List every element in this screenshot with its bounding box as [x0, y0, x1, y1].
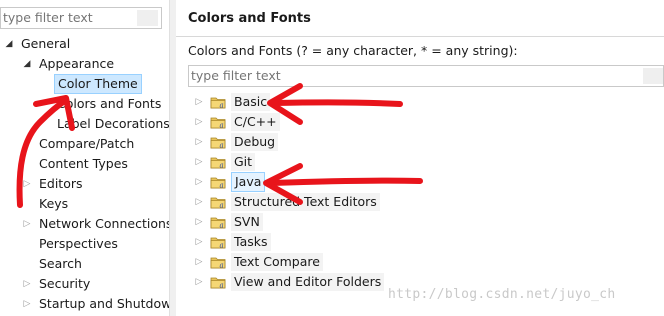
tree-item-label: Editors — [39, 176, 83, 191]
tree-item-label: Color Theme — [54, 74, 142, 94]
right-filter-input[interactable] — [189, 66, 631, 85]
tree-item[interactable]: ▷ Editors — [0, 174, 169, 194]
category-item[interactable]: ▷ a Tasks — [194, 232, 654, 252]
expand-triangle-icon[interactable]: ▷ — [194, 152, 204, 172]
tree-item-label: General — [21, 36, 71, 51]
folder-font-icon: a — [210, 277, 226, 290]
left-filter-clear-icon[interactable] — [137, 10, 158, 26]
category-label: Text Compare — [231, 253, 323, 271]
tree-item-label: Colors and Fonts — [57, 96, 162, 111]
tree-item[interactable]: ▷ Network Connections — [0, 214, 173, 234]
category-label: Java — [231, 172, 266, 192]
tree-item-label: Security — [39, 276, 91, 291]
right-filter-clear-icon[interactable] — [643, 68, 663, 84]
category-item[interactable]: ▷ a Text Compare — [194, 252, 654, 272]
svg-text:a: a — [220, 282, 224, 290]
collapse-triangle-icon[interactable]: ◢ — [4, 34, 14, 54]
tree-item[interactable]: Search — [0, 254, 169, 274]
category-item[interactable]: ▷ a Debug — [194, 132, 654, 152]
category-label: Debug — [231, 133, 279, 151]
folder-font-icon: a — [210, 177, 226, 190]
expand-triangle-icon[interactable]: ▷ — [22, 214, 32, 234]
category-label: Structured Text Editors — [231, 193, 380, 211]
panel-splitter[interactable] — [169, 0, 176, 316]
folder-font-icon: a — [210, 157, 226, 170]
right-filter-field[interactable] — [188, 65, 664, 87]
tree-item[interactable]: Label Decorations — [0, 114, 170, 134]
category-item[interactable]: ▷ a Structured Text Editors — [194, 192, 654, 212]
svg-text:a: a — [220, 102, 224, 110]
expand-triangle-icon[interactable]: ▷ — [22, 174, 32, 194]
folder-font-icon: a — [210, 217, 226, 230]
tree-item[interactable]: Keys — [0, 194, 169, 214]
expand-triangle-icon[interactable]: ▷ — [22, 274, 32, 294]
folder-font-icon: a — [210, 97, 226, 110]
tree-item-label: Label Decorations — [57, 116, 170, 131]
category-item[interactable]: ▷ a Git — [194, 152, 654, 172]
tree-item[interactable]: ◢ General — [0, 34, 169, 54]
folder-font-icon: a — [210, 197, 226, 210]
tree-item[interactable]: Perspectives — [0, 234, 169, 254]
folder-font-icon: a — [210, 237, 226, 250]
expand-triangle-icon[interactable]: ▷ — [194, 132, 204, 152]
page-description: Colors and Fonts (? = any character, * =… — [188, 43, 518, 58]
expand-triangle-icon[interactable]: ▷ — [194, 232, 204, 252]
tree-item-label: Network Connections — [39, 216, 173, 231]
tree-item[interactable]: Compare/Patch — [0, 134, 169, 154]
expand-triangle-icon[interactable]: ▷ — [194, 172, 204, 192]
svg-text:a: a — [220, 262, 224, 270]
category-label: SVN — [231, 213, 263, 231]
expand-triangle-icon[interactable]: ▷ — [194, 252, 204, 272]
svg-text:a: a — [220, 142, 224, 150]
svg-text:a: a — [220, 242, 224, 250]
expand-triangle-icon[interactable]: ▷ — [22, 294, 32, 314]
category-item[interactable]: ▷ a SVN — [194, 212, 654, 232]
category-label: Git — [231, 153, 256, 171]
svg-text:a: a — [220, 182, 224, 190]
expand-triangle-icon[interactable]: ▷ — [194, 272, 204, 292]
left-filter-field[interactable] — [0, 7, 162, 29]
svg-text:a: a — [220, 222, 224, 230]
expand-triangle-icon[interactable]: ▷ — [194, 212, 204, 232]
tree-item-label: Content Types — [39, 156, 128, 171]
tree-item-label: Perspectives — [39, 236, 118, 251]
folder-font-icon: a — [210, 117, 226, 130]
title-divider — [176, 36, 664, 37]
expand-triangle-icon[interactable]: ▷ — [194, 192, 204, 212]
preferences-tree-panel: ◢ General ◢ Appearance Color Theme Colors and… — [0, 0, 180, 316]
category-label: Basic — [231, 93, 271, 111]
tree-item-label: Search — [39, 256, 82, 271]
tree-item[interactable]: ◢ Appearance — [0, 54, 169, 74]
tree-item[interactable]: Colors and Fonts — [0, 94, 169, 114]
tree-item-label: Appearance — [39, 56, 115, 71]
page-title: Colors and Fonts — [188, 11, 311, 26]
svg-text:a: a — [220, 202, 224, 210]
category-label: View and Editor Folders — [231, 273, 385, 291]
collapse-triangle-icon[interactable]: ◢ — [22, 54, 32, 74]
tree-item[interactable]: ▷ Startup and Shutdown — [0, 294, 180, 314]
category-item[interactable]: ▷ a Java — [194, 172, 654, 192]
category-item[interactable]: ▷ a Basic — [194, 92, 654, 112]
expand-triangle-icon[interactable]: ▷ — [194, 112, 204, 132]
tree-item-label: Startup and Shutdown — [39, 296, 180, 311]
svg-text:a: a — [220, 122, 224, 130]
tree-item-label: Compare/Patch — [39, 136, 135, 151]
svg-text:a: a — [220, 162, 224, 170]
category-label: C/C++ — [231, 113, 280, 131]
tree-item[interactable]: Content Types — [0, 154, 169, 174]
category-label: Tasks — [231, 233, 271, 251]
category-item[interactable]: ▷ a C/C++ — [194, 112, 654, 132]
folder-font-icon: a — [210, 257, 226, 270]
left-filter-input[interactable] — [1, 8, 139, 27]
tree-item-label: Keys — [39, 196, 69, 211]
tree-item[interactable]: ▷ Security — [0, 274, 169, 294]
watermark: http://blog.csdn.net/juyo_ch — [388, 287, 616, 302]
expand-triangle-icon[interactable]: ▷ — [194, 92, 204, 112]
tree-item[interactable]: Color Theme — [0, 74, 169, 94]
folder-font-icon: a — [210, 137, 226, 150]
colors-fonts-page: Colors and Fonts Colors and Fonts (? = a… — [176, 0, 664, 316]
